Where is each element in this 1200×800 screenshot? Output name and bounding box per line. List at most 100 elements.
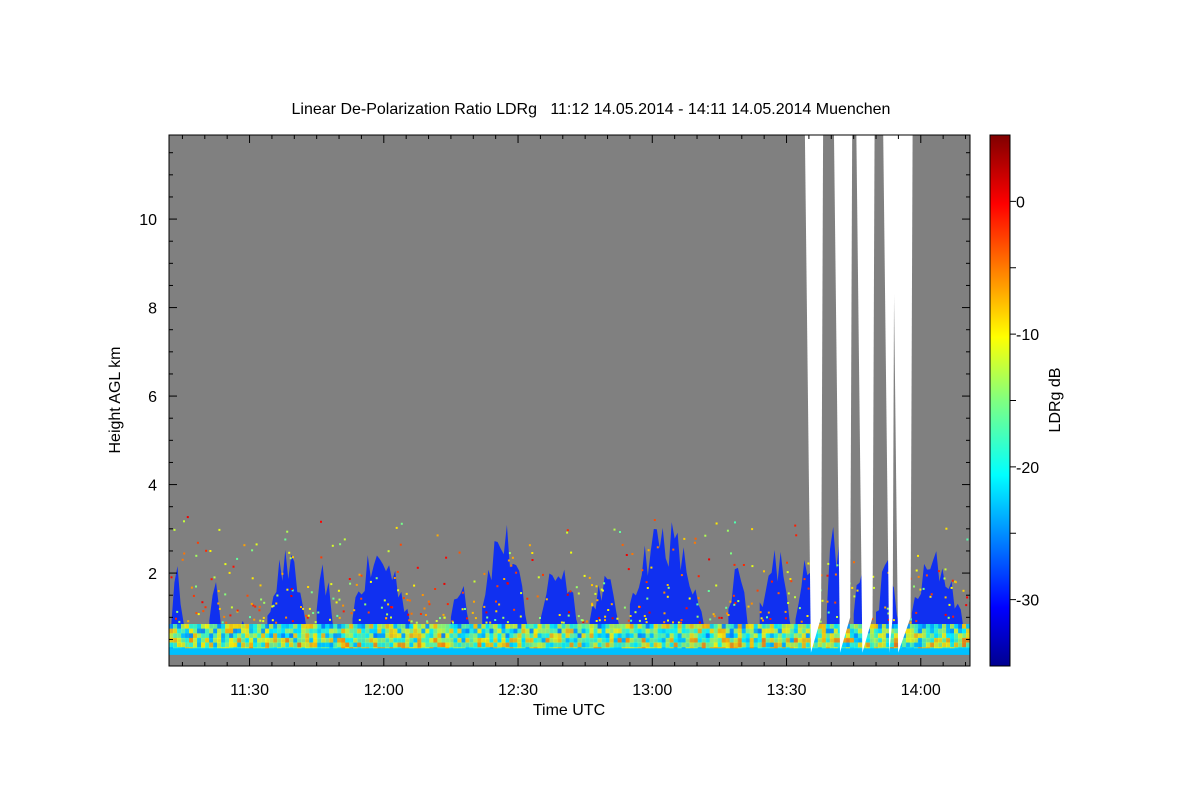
aerosol-cell: [958, 624, 963, 630]
aerosol-cell: [805, 637, 811, 644]
speckle: [641, 569, 644, 572]
aerosol-cell: [661, 633, 667, 639]
aerosol-cell: [777, 637, 783, 644]
speckle: [337, 589, 340, 592]
aerosol-cell: [429, 624, 434, 630]
speckle: [506, 582, 509, 585]
aerosol-cell: [677, 633, 683, 639]
speckle: [545, 598, 548, 601]
speckle: [305, 614, 308, 617]
speckle: [443, 582, 446, 585]
aerosol-cell: [221, 624, 226, 630]
aerosol-cell: [577, 624, 583, 630]
aerosol-cell: [781, 624, 787, 630]
aerosol-cell: [233, 642, 238, 648]
aerosol-cell: [449, 642, 454, 648]
aerosol-cell: [909, 624, 915, 630]
aerosol-cell: [349, 637, 354, 644]
aerosol-cell: [237, 628, 242, 634]
aerosol-cell: [217, 637, 222, 644]
speckle: [259, 619, 262, 622]
aerosol-cell: [665, 628, 671, 634]
speckle: [763, 570, 765, 573]
aerosol-cell: [237, 633, 242, 639]
speckle: [353, 609, 356, 612]
aerosol-cell: [705, 628, 711, 634]
aerosol-cell: [477, 633, 482, 639]
aerosol-cell: [473, 628, 478, 634]
speckle: [317, 611, 320, 614]
speckle: [944, 613, 947, 616]
aerosol-cell: [821, 637, 827, 644]
aerosol-cell: [217, 624, 222, 630]
colorbar-tick-label: -10: [1016, 327, 1039, 344]
aerosol-cell: [413, 633, 418, 639]
speckle: [577, 615, 580, 618]
aerosol-cell: [929, 624, 935, 630]
aerosol-cell: [942, 637, 947, 644]
aerosol-cell: [581, 642, 587, 648]
aerosol-cell: [297, 628, 302, 634]
speckle: [496, 585, 499, 588]
aerosol-cell: [545, 624, 551, 630]
speckle: [436, 534, 439, 537]
aerosol-cell: [821, 628, 827, 634]
speckle: [320, 556, 323, 559]
aerosol-cell: [946, 637, 951, 644]
aerosol-cell: [761, 624, 767, 630]
aerosol-cell: [549, 642, 555, 648]
aerosol-cell: [193, 628, 198, 634]
speckle: [653, 519, 656, 521]
aerosol-cell: [661, 642, 667, 648]
aerosol-cell: [781, 637, 787, 644]
speckle: [727, 614, 730, 616]
speckle: [948, 603, 951, 606]
speckle: [789, 578, 792, 580]
aerosol-cell: [709, 633, 715, 639]
aerosol-cell: [197, 637, 202, 644]
speckle: [458, 551, 461, 554]
speckle: [646, 587, 649, 589]
speckle: [400, 522, 403, 525]
aerosol-cell: [241, 637, 246, 644]
aerosol-cell: [513, 637, 518, 644]
aerosol-cell: [773, 624, 779, 630]
aerosol-cell: [685, 628, 691, 634]
aerosol-cell: [821, 633, 827, 639]
speckle: [251, 549, 254, 552]
aerosol-cell: [309, 624, 314, 630]
aerosol-cell: [445, 633, 450, 639]
aerosol-cell: [745, 642, 751, 648]
aerosol-cell: [401, 642, 406, 648]
aerosol-cell: [209, 624, 214, 630]
speckle: [770, 580, 773, 583]
aerosol-cell: [433, 637, 438, 644]
aerosol-cell: [905, 642, 911, 648]
speckle: [343, 538, 346, 541]
aerosol-cell: [773, 637, 779, 644]
aerosol-cell: [621, 642, 627, 648]
aerosol-cell: [569, 628, 575, 634]
aerosol-cell: [257, 637, 262, 644]
speckle: [798, 607, 801, 610]
aerosol-cell: [285, 624, 290, 630]
aerosol-cell: [657, 633, 663, 639]
ldr-chart: Linear De-Polarization Ratio LDRg 11:12 …: [107, 101, 1064, 719]
aerosol-cell: [749, 637, 755, 644]
aerosol-cell: [493, 642, 498, 648]
aerosol-cell: [333, 637, 338, 644]
speckle: [965, 604, 968, 607]
aerosol-cell: [193, 624, 198, 630]
aerosol-cell: [689, 628, 695, 634]
aerosol-cell: [913, 642, 919, 648]
aerosol-cell: [545, 637, 551, 644]
speckle: [591, 604, 594, 607]
speckle: [223, 615, 226, 618]
aerosol-cell: [761, 642, 767, 648]
aerosol-cell: [593, 628, 599, 634]
speckle: [588, 576, 591, 579]
aerosol-cell: [649, 637, 655, 644]
colorbar: 0 -10 -20 -30 LDRg dB: [989, 134, 1064, 667]
aerosol-cell: [946, 624, 951, 630]
aerosol-cell: [285, 633, 290, 639]
